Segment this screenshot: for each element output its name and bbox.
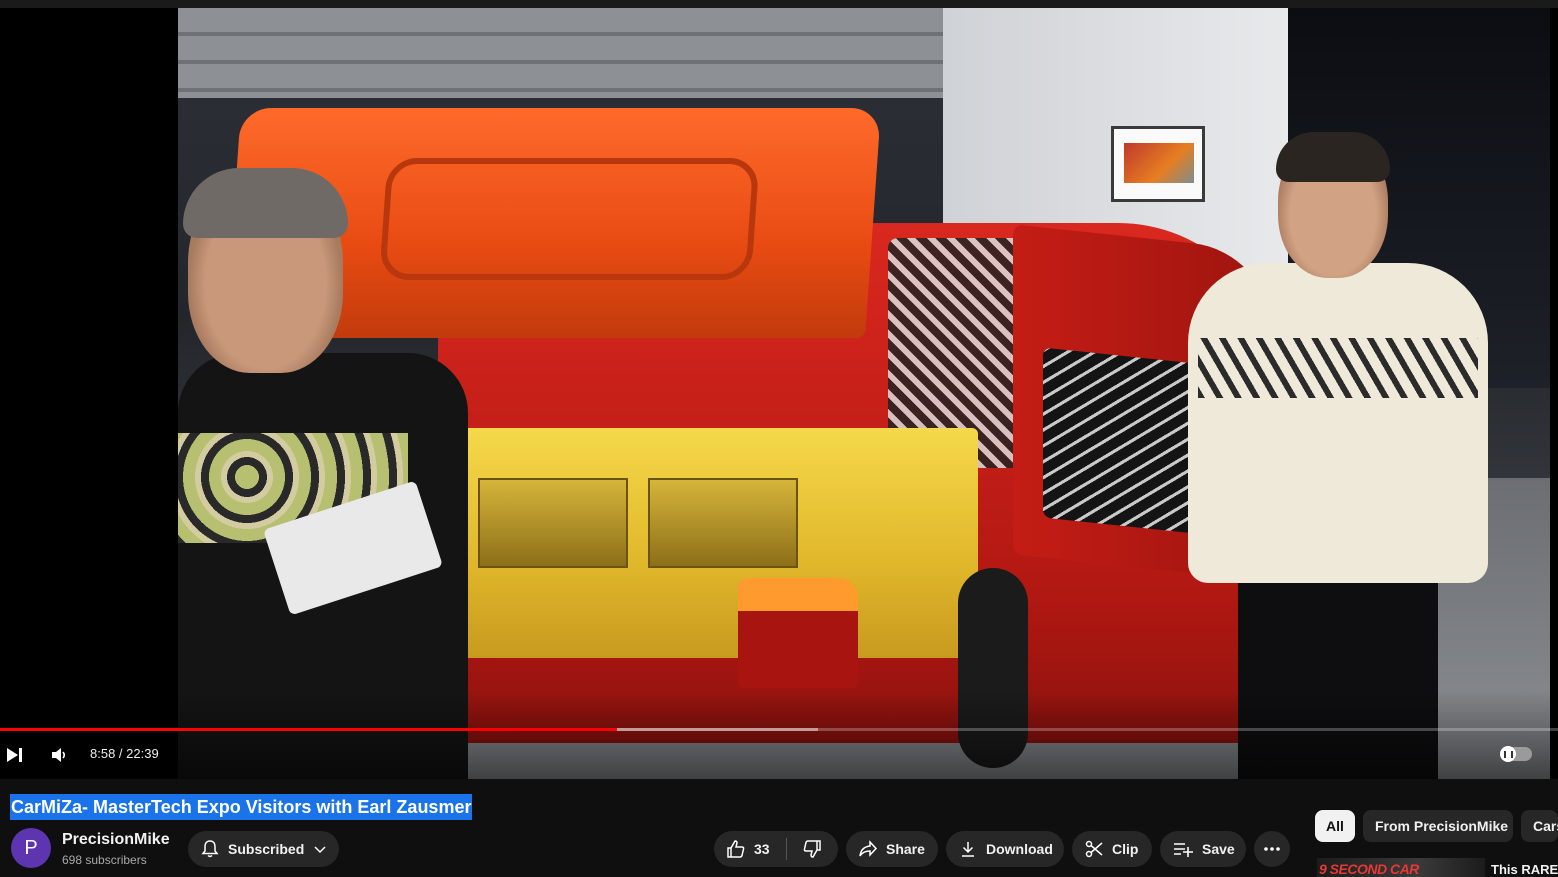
volume-button[interactable] — [50, 745, 70, 765]
scene-person-left — [178, 168, 468, 779]
autoplay-toggle[interactable] — [1500, 746, 1532, 762]
scene-garage-door — [178, 8, 948, 98]
share-label: Share — [886, 841, 925, 857]
recommendation-thumbnail-text: 9 SECOND CAR — [1319, 861, 1419, 877]
scene-amplifier — [648, 478, 798, 568]
share-button[interactable]: Share — [846, 831, 938, 867]
like-dislike-group: 33 — [714, 831, 838, 867]
subscribed-label: Subscribed — [228, 841, 305, 857]
like-count: 33 — [754, 841, 770, 857]
chip-cars[interactable]: Cars — [1521, 810, 1558, 842]
download-button[interactable]: Download — [946, 831, 1064, 867]
clip-label: Clip — [1112, 841, 1139, 857]
subscriber-count: 698 subscribers — [62, 853, 147, 867]
share-icon — [859, 840, 878, 857]
player-top-bar — [0, 0, 1558, 8]
channel-avatar[interactable]: P — [11, 828, 51, 868]
download-icon — [962, 842, 974, 857]
recommendation-title[interactable]: This RARE — [1491, 862, 1558, 877]
clip-button[interactable]: Clip — [1072, 831, 1152, 867]
scene-tail-light — [738, 578, 858, 688]
like-button[interactable]: 33 — [714, 831, 786, 867]
next-button[interactable] — [6, 745, 26, 765]
more-icon — [1264, 847, 1280, 851]
progress-bar[interactable] — [0, 728, 1558, 731]
volume-icon — [52, 748, 66, 762]
recommendation-thumbnail[interactable]: 9 SECOND CAR — [1317, 858, 1485, 877]
chip-all[interactable]: All — [1315, 810, 1355, 842]
video-player[interactable]: 8:58 / 22:39 — [0, 0, 1558, 779]
bell-icon — [201, 840, 219, 858]
scene-person-right — [1158, 132, 1518, 779]
autoplay-knob — [1500, 746, 1516, 762]
download-label: Download — [986, 841, 1053, 857]
thumbs-up-icon — [727, 840, 745, 858]
thumbs-down-icon — [803, 840, 821, 858]
playlist-add-icon — [1174, 843, 1193, 857]
more-actions-button[interactable] — [1254, 831, 1290, 867]
chevron-down-icon — [314, 846, 326, 854]
dislike-button[interactable] — [787, 831, 837, 867]
scene-amplifier — [478, 478, 628, 568]
video-frame[interactable] — [178, 8, 1550, 779]
time-display: 8:58 / 22:39 — [90, 746, 159, 761]
progress-played — [0, 728, 617, 731]
next-icon — [7, 748, 22, 762]
subscribed-button[interactable]: Subscribed — [188, 831, 339, 867]
scissors-icon — [1085, 840, 1103, 858]
channel-name[interactable]: PrecisionMike — [62, 831, 170, 849]
video-title: CarMiZa- MasterTech Expo Visitors with E… — [10, 794, 473, 820]
save-button[interactable]: Save — [1160, 831, 1246, 867]
controls-gradient — [0, 690, 1558, 779]
save-label: Save — [1202, 841, 1235, 857]
chip-from-channel[interactable]: From PrecisionMike — [1363, 810, 1513, 842]
